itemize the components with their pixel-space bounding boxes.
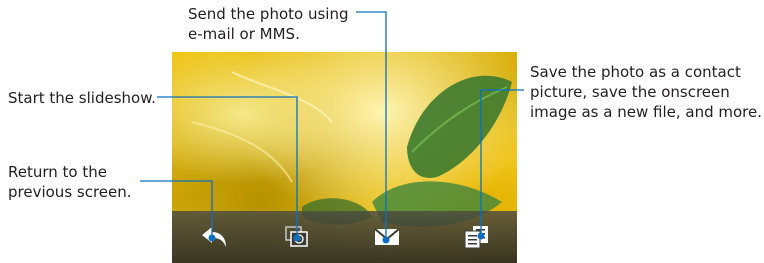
photo-viewer [172,52,517,263]
back-callout: Return to the previous screen. [8,163,132,201]
slideshow-callout: Start the slideshow. [8,89,156,107]
slideshow-icon [285,226,308,247]
slideshow-button[interactable] [282,223,312,251]
envelope-icon [374,228,400,245]
send-callout: Send the photo using e-mail or MMS. [188,5,349,43]
save-callout: Save the photo as a contact picture, sav… [530,63,762,121]
send-button[interactable] [372,223,402,251]
menu-icon [464,226,488,249]
back-arrow-icon [202,227,226,247]
menu-button[interactable] [462,223,492,251]
back-button[interactable] [200,223,230,251]
photo-toolbar [172,211,517,263]
